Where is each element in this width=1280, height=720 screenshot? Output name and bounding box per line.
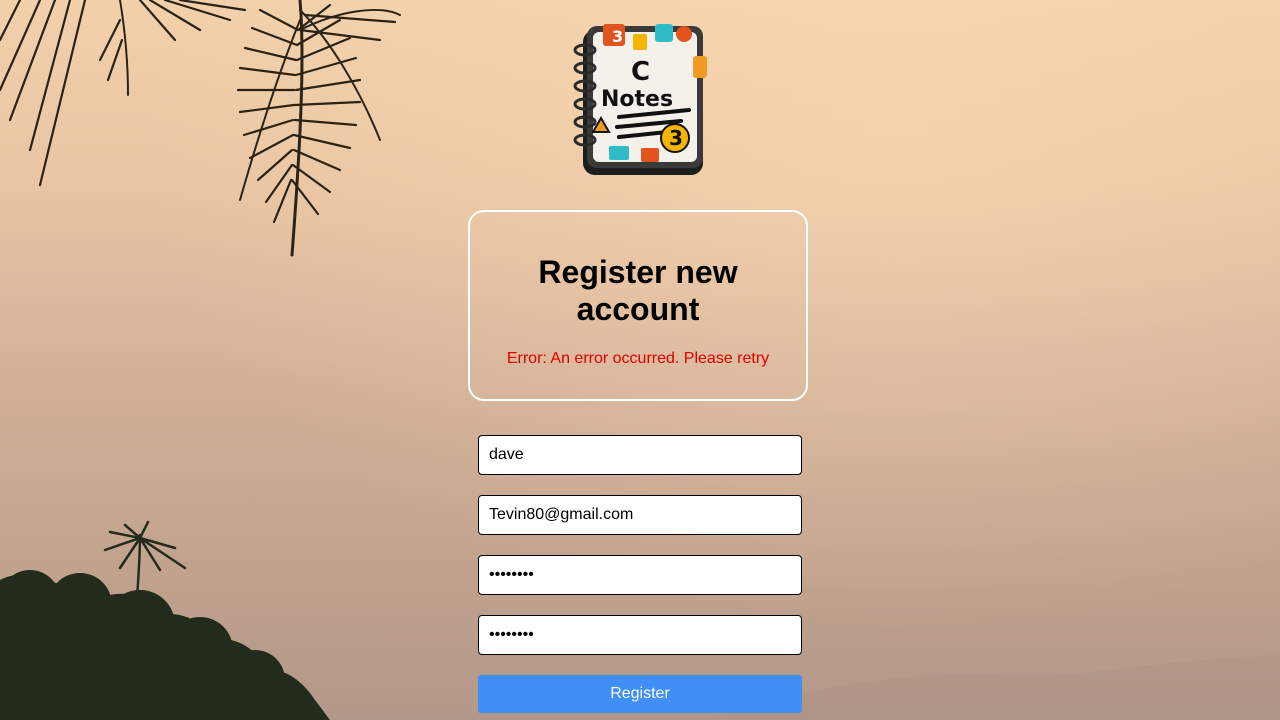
logo-number-badge: 3: [669, 126, 683, 150]
trees-silhouette-decoration: [0, 520, 330, 720]
error-message: Error: An error occurred. Please retry: [506, 350, 770, 367]
confirm-password-input[interactable]: [478, 615, 802, 655]
register-card: Register new account Error: An error occ…: [468, 210, 808, 401]
username-input[interactable]: [478, 435, 802, 475]
palm-fronds-decoration: [0, 0, 401, 257]
email-input[interactable]: [478, 495, 802, 535]
notes-logo-icon: 3 C Notes 3: [573, 24, 707, 175]
logo-letter: C: [631, 57, 650, 87]
logo-badge-number: 3: [612, 27, 623, 46]
password-input[interactable]: [478, 555, 802, 595]
page-title: Register new account: [538, 254, 738, 327]
logo-text: Notes: [601, 87, 673, 112]
register-button[interactable]: Register: [478, 675, 802, 713]
